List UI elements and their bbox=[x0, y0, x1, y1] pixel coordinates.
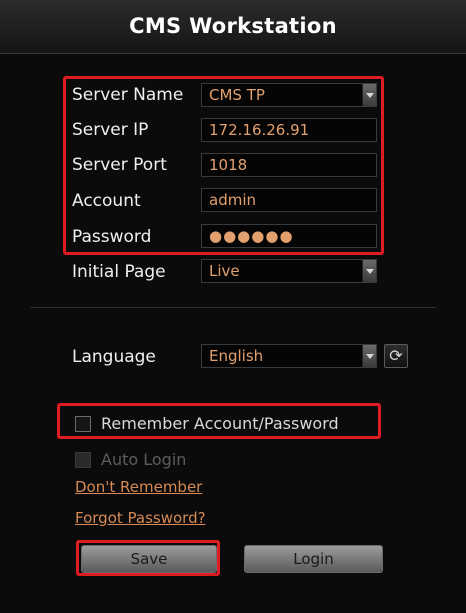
auto-login-checkbox bbox=[75, 452, 91, 468]
chevron-down-icon[interactable] bbox=[362, 345, 376, 367]
login-button[interactable]: Login bbox=[244, 545, 383, 573]
forgot-password-link[interactable]: Forgot Password? bbox=[75, 509, 206, 527]
window-title: CMS Workstation bbox=[129, 14, 337, 38]
remember-highlight bbox=[57, 403, 381, 439]
language-select[interactable]: English bbox=[201, 344, 377, 368]
title-bar: CMS Workstation bbox=[0, 0, 466, 54]
save-highlight bbox=[76, 540, 220, 576]
section-divider bbox=[30, 307, 436, 308]
language-label: Language bbox=[72, 347, 156, 367]
chevron-down-icon[interactable] bbox=[362, 260, 376, 282]
auto-login-label: Auto Login bbox=[101, 450, 187, 469]
initial-page-label: Initial Page bbox=[72, 262, 166, 282]
initial-page-select[interactable]: Live bbox=[201, 259, 377, 283]
refresh-icon[interactable]: ⟳ bbox=[384, 344, 408, 368]
language-value: English bbox=[209, 347, 264, 365]
dont-remember-link[interactable]: Don't Remember bbox=[75, 478, 202, 496]
initial-page-value: Live bbox=[209, 262, 240, 280]
server-fields-highlight bbox=[63, 76, 384, 255]
